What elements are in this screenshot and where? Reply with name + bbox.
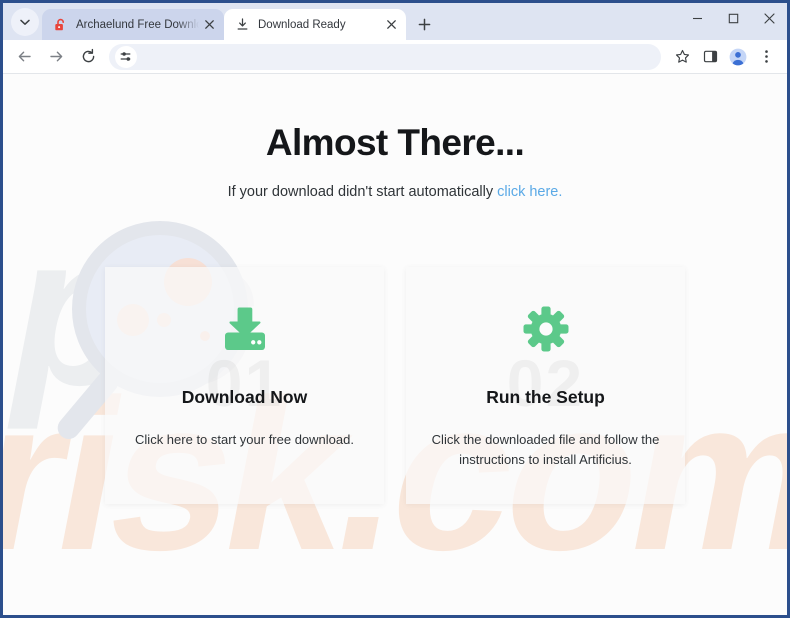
close-icon xyxy=(763,12,775,24)
card-step-number: 01 xyxy=(205,346,284,420)
profile-button[interactable] xyxy=(725,44,751,70)
new-tab-button[interactable] xyxy=(411,11,437,37)
page-subtitle: If your download didn't start automatica… xyxy=(3,184,787,200)
reload-icon xyxy=(82,48,94,63)
star-icon xyxy=(675,49,689,63)
download-tray-icon xyxy=(220,305,270,353)
tab-title: Download Ready xyxy=(258,18,346,31)
bookmark-button[interactable] xyxy=(669,44,695,70)
tab-strip: Archaelund Free Download » ST Download R… xyxy=(3,3,787,40)
maximize-icon xyxy=(728,13,738,23)
click-here-link[interactable]: click here. xyxy=(497,184,562,200)
browser-toolbar xyxy=(3,40,787,74)
download-icon xyxy=(234,17,250,33)
browser-window: Archaelund Free Download » ST Download R… xyxy=(0,0,790,618)
close-icon[interactable] xyxy=(201,17,217,33)
profile-avatar-icon xyxy=(729,48,747,65)
maximize-button[interactable] xyxy=(715,3,751,33)
tab-title: Archaelund Free Download » ST xyxy=(76,18,199,31)
plus-icon xyxy=(418,18,430,30)
card-download-now[interactable]: 01 Download Now Click here to start your… xyxy=(105,267,384,504)
page-title: Almost There... xyxy=(265,122,525,163)
page-content: Almost There... If your download didn't … xyxy=(3,74,787,615)
close-icon[interactable] xyxy=(383,17,399,33)
card-step-number: 02 xyxy=(506,346,585,420)
tab-search-button[interactable] xyxy=(11,8,39,36)
page-viewport: pc risk.com Almost There... If your down… xyxy=(3,74,787,615)
browser-menu-button[interactable] xyxy=(753,44,779,70)
chevron-down-icon xyxy=(20,19,30,25)
minimize-button[interactable] xyxy=(679,3,715,33)
back-button[interactable] xyxy=(11,44,37,70)
close-window-button[interactable] xyxy=(751,3,787,33)
window-controls xyxy=(679,3,787,40)
steps-cards-row: 01 Download Now Click here to start your… xyxy=(3,267,787,504)
tab-download-ready[interactable]: Download Ready xyxy=(224,9,406,40)
card-run-the-setup[interactable]: 02 Run the Setup Click the downloaded fi… xyxy=(406,267,685,504)
arrow-right-icon xyxy=(49,51,62,62)
forward-button[interactable] xyxy=(43,44,69,70)
tab-archaelund-free-download[interactable]: Archaelund Free Download » ST xyxy=(42,9,224,40)
three-dot-menu-icon xyxy=(764,50,768,63)
side-panel-button[interactable] xyxy=(697,44,723,70)
side-panel-icon xyxy=(703,50,717,63)
card-description: Click the downloaded file and follow the… xyxy=(431,432,660,468)
unlocked-padlock-icon xyxy=(52,17,68,33)
address-bar[interactable] xyxy=(109,43,661,70)
minimize-icon xyxy=(692,17,702,19)
reload-button[interactable] xyxy=(75,44,101,70)
gear-icon xyxy=(523,305,569,353)
card-title: Download Now xyxy=(181,387,308,407)
tune-sliders-icon[interactable] xyxy=(115,45,137,68)
card-title: Run the Setup xyxy=(486,387,605,407)
card-description: Click here to start your free download. xyxy=(135,432,354,447)
subtitle-text: If your download didn't start automatica… xyxy=(227,184,498,200)
arrow-left-icon xyxy=(18,51,31,62)
